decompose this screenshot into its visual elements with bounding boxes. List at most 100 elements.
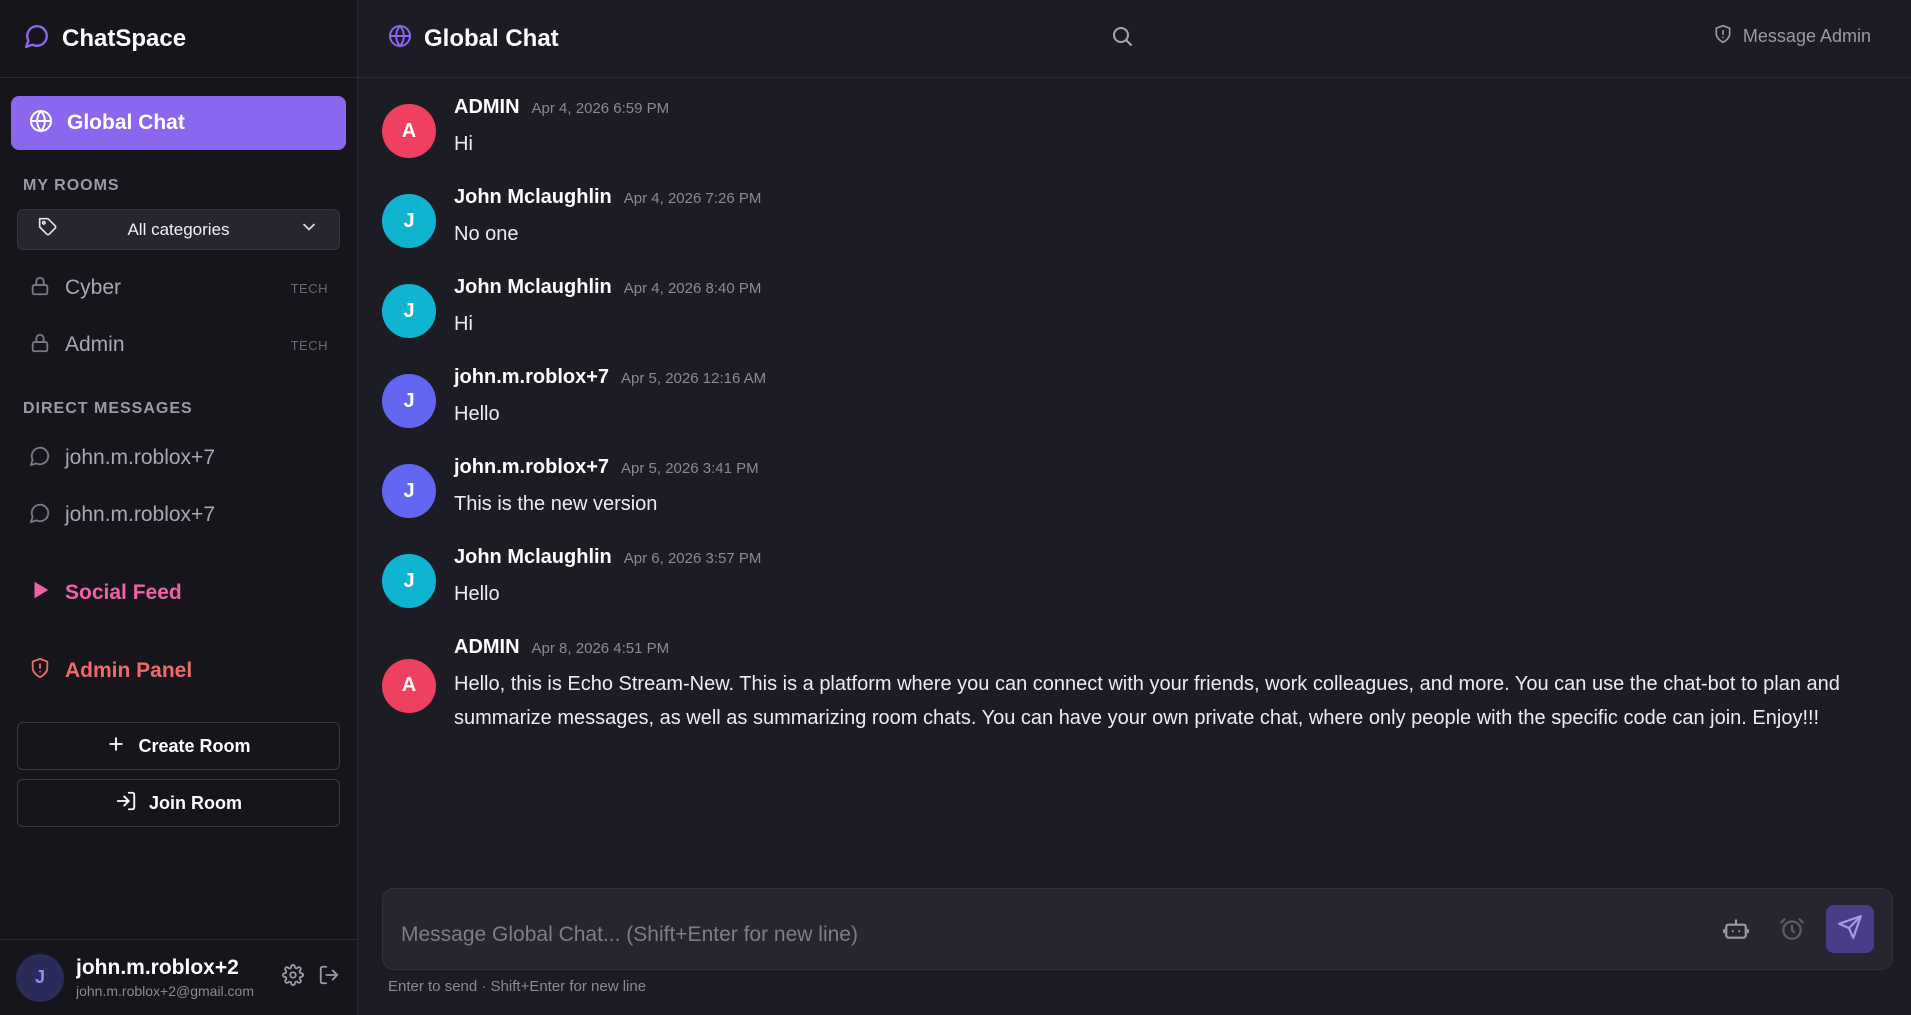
room-item-cyber[interactable]: Cyber TECH [17, 265, 340, 311]
create-room-button[interactable]: Create Room [17, 722, 340, 770]
message-timestamp: Apr 8, 2026 4:51 PM [531, 640, 670, 657]
message-text: Hello [454, 403, 500, 425]
message-author[interactable]: john.m.roblox+7 [454, 456, 609, 479]
user-name: john.m.roblox+2 [76, 956, 239, 979]
message-timestamp: Apr 4, 2026 7:26 PM [623, 190, 762, 207]
alarm-icon[interactable] [1772, 909, 1812, 949]
chat-header: Global Chat Message Admin [358, 0, 1911, 78]
sidebar-item-label: Global Chat [67, 111, 185, 134]
message-text: Hi [454, 313, 473, 335]
brand-name: ChatSpace [62, 24, 187, 52]
message-header: John Mclaughlin Apr 6, 2026 3:57 PM [454, 546, 1882, 569]
message-timestamp: Apr 5, 2026 12:16 AM [621, 370, 767, 387]
message-admin-label: Message Admin [1742, 26, 1871, 46]
message-body: John Mclaughlin Apr 6, 2026 3:57 PM Hello [454, 546, 1882, 611]
message-author[interactable]: ADMIN [454, 96, 520, 119]
avatar[interactable]: J [382, 284, 436, 338]
room-tag: TECH [290, 280, 328, 296]
avatar[interactable]: J [382, 554, 436, 608]
avatar[interactable]: J [382, 374, 436, 428]
message-item: A ADMIN Apr 8, 2026 4:51 PM Hello, this is … [382, 636, 1882, 735]
message-author[interactable]: John Mclaughlin [454, 186, 612, 209]
message-author[interactable]: John Mclaughlin [454, 276, 612, 299]
admin-panel-link[interactable]: Admin Panel [17, 648, 340, 694]
logout-icon[interactable] [318, 964, 340, 991]
lock-icon [29, 275, 51, 302]
message-item: A ADMIN Apr 4, 2026 6:59 PM Hi [382, 96, 1882, 161]
chat-bubble-icon [24, 23, 50, 54]
room-item-admin[interactable]: Admin TECH [17, 322, 340, 368]
main-chat: Global Chat Message Admin A ADMIN Apr 4, 2… [358, 0, 1911, 1015]
message-body: John Mclaughlin Apr 4, 2026 8:40 PM Hi [454, 276, 1882, 341]
message-timestamp: Apr 4, 2026 6:59 PM [531, 100, 670, 117]
globe-icon [29, 108, 53, 138]
avatar[interactable]: J [382, 194, 436, 248]
bot-icon[interactable] [1716, 909, 1756, 949]
category-select-value: All categories [127, 219, 230, 239]
globe-icon [388, 24, 412, 53]
message-header: John Mclaughlin Apr 4, 2026 7:26 PM [454, 186, 1882, 209]
message-input[interactable] [401, 911, 1700, 947]
page-title: Global Chat [424, 24, 559, 52]
message-list: A ADMIN Apr 4, 2026 6:59 PM Hi J John Mclaugh… [382, 96, 1882, 760]
section-title-direct-messages: DIRECT MESSAGES [23, 400, 193, 417]
chevron-down-icon [299, 217, 319, 242]
message-text: Hello, this is Echo Stream-New. This is … [454, 673, 1840, 729]
message-item: J John Mclaughlin Apr 6, 2026 3:57 PM Hello [382, 546, 1882, 611]
tag-icon [38, 217, 58, 242]
message-timestamp: Apr 4, 2026 8:40 PM [623, 280, 762, 297]
join-room-label: Join Room [149, 792, 242, 813]
message-header: ADMIN Apr 4, 2026 6:59 PM [454, 96, 1882, 119]
message-author[interactable]: John Mclaughlin [454, 546, 612, 569]
section-title-my-rooms: MY ROOMS [23, 177, 120, 194]
message-body: john.m.roblox+7 Apr 5, 2026 3:41 PM This i… [454, 456, 1882, 521]
create-room-label: Create Room [138, 735, 251, 756]
social-feed-link[interactable]: Social Feed [17, 570, 340, 616]
chat-bubble-icon [29, 445, 51, 472]
login-icon [115, 790, 137, 817]
send-button[interactable] [1826, 905, 1874, 953]
join-room-button[interactable]: Join Room [17, 779, 340, 827]
brand: ChatSpace [0, 0, 357, 78]
message-header: ADMIN Apr 8, 2026 4:51 PM [454, 636, 1882, 659]
message-item: Jjohn.m.roblox+7 Apr 5, 2026 3:41 PM This … [382, 456, 1882, 521]
avatar[interactable]: J [16, 953, 64, 1002]
avatar[interactable]: A [382, 658, 436, 713]
chat-bubble-icon [29, 502, 51, 529]
message-body: ADMIN Apr 8, 2026 4:51 PM Hello, this is E… [454, 636, 1882, 735]
room-name: Admin [65, 333, 125, 356]
shield-icon [1713, 24, 1733, 49]
dm-name: john.m.roblox+7 [65, 503, 216, 526]
avatar[interactable]: A [382, 104, 436, 158]
social-feed-label: Social Feed [65, 581, 182, 604]
plus-icon [106, 734, 126, 759]
message-text: Hello [454, 583, 500, 605]
app: ChatSpace Global Chat MY ROOMS All categ… [0, 0, 1911, 1015]
message-header: john.m.roblox+7 Apr 5, 2026 3:41 PM [454, 456, 1882, 479]
message-item: J John Mclaughlin Apr 4, 2026 8:40 PM Hi [382, 276, 1882, 341]
dm-item[interactable]: john.m.roblox+7 [17, 492, 340, 538]
gear-icon[interactable] [282, 964, 304, 991]
message-text: Hi [454, 133, 473, 155]
admin-panel-label: Admin Panel [65, 659, 193, 682]
message-header: John Mclaughlin Apr 4, 2026 8:40 PM [454, 276, 1882, 299]
sidebar-item-global-chat[interactable]: Global Chat [11, 96, 346, 150]
dm-item[interactable]: john.m.roblox+7 [17, 435, 340, 481]
sidebar: ChatSpace Global Chat MY ROOMS All categ… [0, 0, 358, 1015]
dm-name: john.m.roblox+7 [65, 446, 216, 469]
search-icon[interactable] [1110, 24, 1134, 53]
composer-hint: Enter to send · Shift+Enter for new line [388, 978, 647, 995]
message-author[interactable]: ADMIN [454, 636, 520, 659]
user-email: john.m.roblox+2@gmail.com [76, 983, 255, 999]
message-admin-button[interactable]: Message Admin [1713, 24, 1871, 49]
lock-icon [29, 332, 51, 359]
room-name: Cyber [65, 276, 122, 299]
message-timestamp: Apr 5, 2026 3:41 PM [621, 460, 759, 477]
message-body: ADMIN Apr 4, 2026 6:59 PM Hi [454, 96, 1882, 161]
user-info: john.m.roblox+2 john.m.roblox+2@gmail.co… [76, 956, 266, 999]
user-bar: J john.m.roblox+2 john.m.roblox+2@gmail.… [0, 939, 358, 1015]
message-author[interactable]: john.m.roblox+7 [454, 366, 609, 389]
category-select[interactable]: All categories [17, 209, 340, 250]
send-icon [1837, 914, 1863, 945]
avatar[interactable]: J [382, 464, 436, 518]
